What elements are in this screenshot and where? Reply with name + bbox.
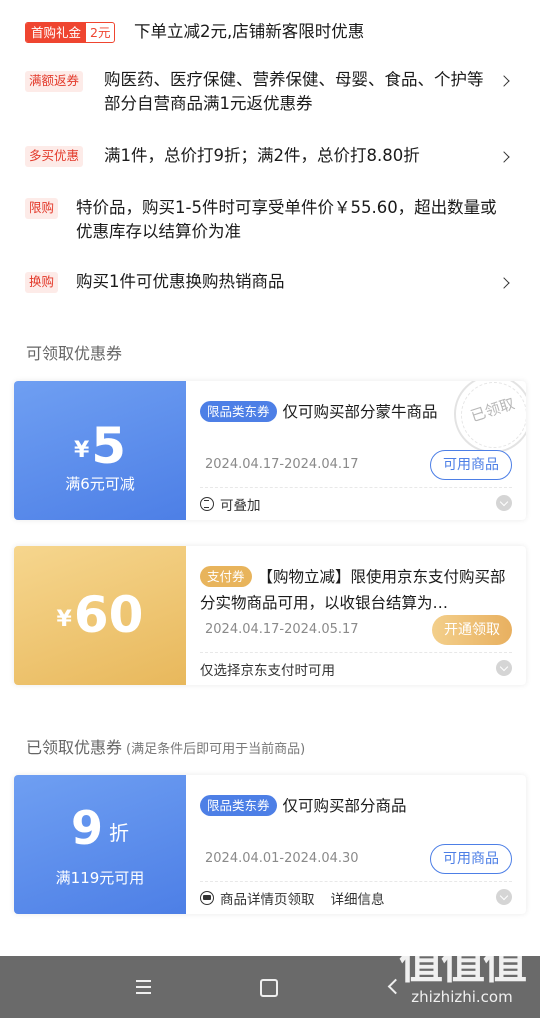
promo-first-purchase: 首购礼金 2元 下单立减2元,店铺新客限时优惠 (0, 20, 540, 46)
promo-text: 满1件，总价打9折；满2件，总价打8.80折 (104, 146, 420, 165)
chevron-right-icon[interactable] (500, 152, 510, 162)
coupon-condition: 满119元可用 (55, 869, 145, 887)
promo-text: 特价品，购买1-5件时可享受单件价￥55.60，超出数量或优惠库存以结算价为准 (76, 198, 497, 241)
coupon-title: 限品类东券 仅可购买部分蒙牛商品 (200, 399, 512, 425)
coupon-condition: 满6元可减 (65, 475, 135, 493)
promo-multi-buy[interactable]: 多买优惠 满1件，总价打9折；满2件，总价打8.80折 (0, 144, 540, 170)
chevron-right-icon[interactable] (500, 76, 510, 86)
promo-text: 购医药、医疗保健、营养保健、母婴、食品、个护等部分自营商品满1元返优惠券 (104, 70, 484, 113)
coupon-footer: 仅选择京东支付时可用 (200, 663, 335, 679)
available-products-button[interactable]: 可用商品 (430, 450, 512, 480)
activate-claim-button[interactable]: 开通领取 (432, 615, 512, 645)
coupon-divider (200, 881, 512, 882)
coupon-value-panel: ¥5 满6元可减 (14, 381, 186, 520)
coupon-divider (200, 652, 512, 653)
promo-text: 下单立减2元,店铺新客限时优惠 (134, 22, 365, 41)
coupon-card[interactable]: 9折 满119元可用 限品类东券 仅可购买部分商品 2024.04.01-2024… (14, 775, 526, 914)
coupon-amount: ¥60 (56, 586, 144, 644)
home-icon[interactable] (256, 975, 280, 999)
promo-tag: 限购 (25, 198, 59, 219)
coupon-value-panel: 9折 满119元可用 (14, 775, 186, 914)
watermark-url: zhizhizhi.com (411, 988, 513, 1006)
coupon-badge: 支付券 (200, 566, 252, 587)
watermark-logo: 值值值 (399, 938, 527, 989)
promo-tag: 满额返券 (25, 71, 84, 92)
promo-full-return[interactable]: 满额返券 购医药、医疗保健、营养保健、母婴、食品、个护等部分自营商品满1元返优惠… (0, 68, 540, 120)
coupon-title: 限品类东券 仅可购买部分商品 (200, 793, 512, 819)
promo-tag-first-purchase: 首购礼金 2元 (25, 22, 116, 43)
coupon-date: 2024.04.17-2024.05.17 (205, 622, 359, 637)
coupon-divider (200, 487, 512, 488)
coupon-footer: 可叠加 (200, 494, 261, 514)
available-products-button[interactable]: 可用商品 (430, 844, 512, 874)
coupon-title: 支付券 【购物立减】限使用京东支付购买部分实物商品可用，以收银台结算为… (200, 566, 506, 612)
watermark: 值值值 zhizhizhi.com (392, 940, 532, 1018)
coupon-amount: ¥5 (73, 417, 127, 475)
coupon-card[interactable]: ¥60 支付券 【购物立减】限使用京东支付购买部分实物商品可用，以收银台结算为… … (14, 546, 526, 685)
promo-tag: 换购 (25, 272, 59, 293)
coupon-badge: 限品类东券 (200, 795, 277, 816)
coupon-date: 2024.04.17-2024.04.17 (205, 457, 359, 472)
coupon-footer: 商品详情页领取 详细信息 (200, 888, 385, 908)
received-coupons-title: 已领取优惠券 (满足条件后即可用于当前商品) (26, 738, 306, 757)
promo-tag: 多买优惠 (25, 146, 84, 167)
chevron-down-icon[interactable] (496, 889, 512, 905)
chevron-down-icon[interactable] (496, 660, 512, 676)
chevron-down-icon[interactable] (496, 495, 512, 511)
chevron-right-icon[interactable] (500, 278, 510, 288)
card-icon (200, 891, 214, 905)
available-coupons-title: 可领取优惠券 (26, 344, 123, 363)
promo-text: 购买1件可优惠换购热销商品 (76, 272, 285, 291)
promo-limit: 限购 特价品，购买1-5件时可享受单件价￥55.60，超出数量或优惠库存以结算价… (0, 196, 540, 248)
menu-icon[interactable] (132, 975, 156, 999)
coupon-value-panel: ¥60 (14, 546, 186, 685)
promo-exchange[interactable]: 换购 购买1件可优惠换购热销商品 (0, 270, 540, 296)
top-indicator (0, 0, 540, 4)
coupon-date: 2024.04.01-2024.04.30 (205, 851, 359, 866)
coupon-card[interactable]: ¥5 满6元可减 已领取 限品类东券 仅可购买部分蒙牛商品 2024.04.17-… (14, 381, 526, 520)
coupon-badge: 限品类东券 (200, 401, 277, 422)
details-link[interactable]: 详细信息 (331, 888, 385, 908)
stack-icon (200, 497, 214, 511)
coupon-amount: 9折 (70, 801, 129, 855)
